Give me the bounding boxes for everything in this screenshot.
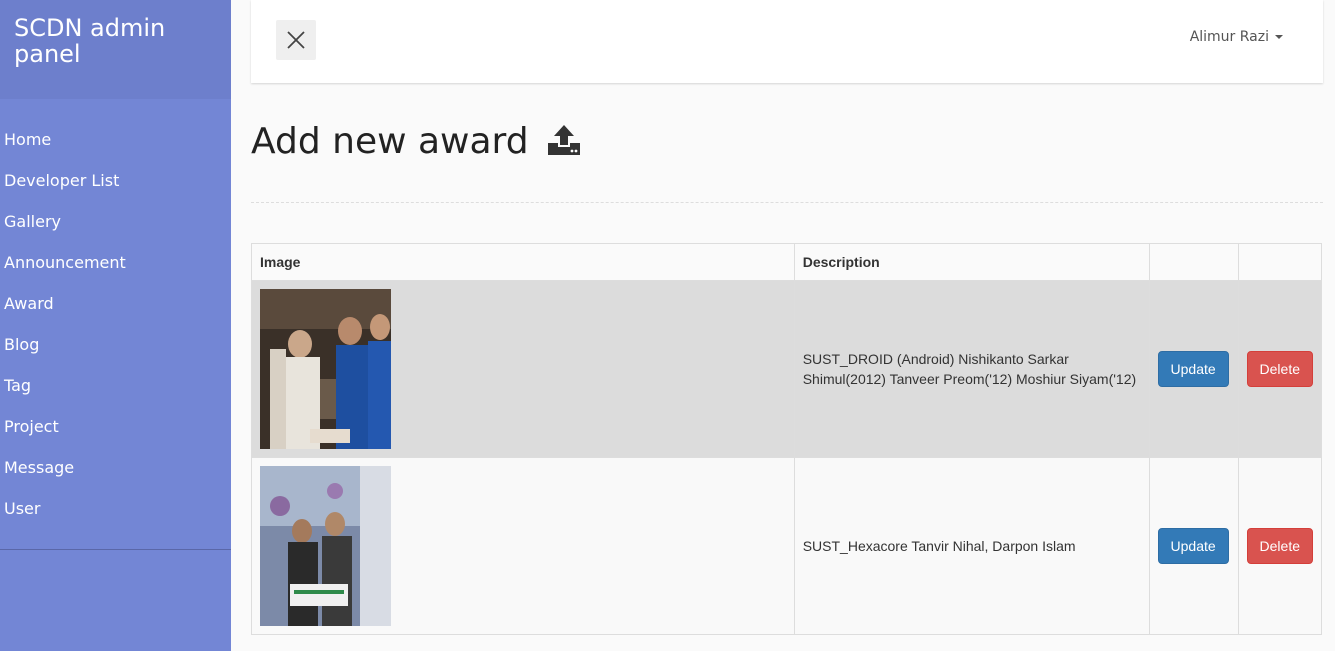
top-navbar: Alimur Razi xyxy=(251,0,1323,83)
user-dropdown[interactable]: Alimur Razi xyxy=(1190,29,1283,45)
update-button[interactable]: Update xyxy=(1157,528,1229,564)
brand-title: SCDN admin panel xyxy=(0,0,231,99)
image-cell xyxy=(251,457,795,635)
sidebar-item-gallery[interactable]: Gallery xyxy=(0,201,231,242)
award-photo xyxy=(260,289,391,449)
page-title-text: Add new award xyxy=(251,121,529,162)
award-photo xyxy=(260,466,391,626)
sidebar-item-blog[interactable]: Blog xyxy=(0,324,231,365)
image-cell xyxy=(251,280,795,458)
sidebar-nav: Home Developer List Gallery Announcement… xyxy=(0,119,231,529)
column-header-image: Image xyxy=(251,243,795,281)
table-header-row: Image Description xyxy=(251,243,1323,281)
page-title: Add new award xyxy=(251,118,582,170)
user-name: Alimur Razi xyxy=(1189,29,1269,45)
caret-down-icon xyxy=(1275,35,1283,39)
sidebar-item-announcement[interactable]: Announcement xyxy=(0,242,231,283)
sidebar-item-tag[interactable]: Tag xyxy=(0,365,231,406)
delete-button[interactable]: Delete xyxy=(1246,528,1313,564)
sidebar-item-user[interactable]: User xyxy=(0,488,231,529)
delete-cell: Delete xyxy=(1237,280,1323,458)
update-cell: Update xyxy=(1148,457,1239,635)
update-button[interactable]: Update xyxy=(1157,351,1229,387)
table-row: SUST_Hexacore Tanvir Nihal, Darpon Islam… xyxy=(251,457,1323,635)
column-header-description: Description xyxy=(793,243,1150,281)
close-icon xyxy=(287,31,305,49)
awards-table: Image Description SUST_DROID (Android) N… xyxy=(251,243,1323,635)
sidebar-item-message[interactable]: Message xyxy=(0,447,231,488)
sidebar-item-home[interactable]: Home xyxy=(0,119,231,160)
upload-icon xyxy=(546,122,582,170)
table-row: SUST_DROID (Android) Nishikanto Sarkar S… xyxy=(251,280,1323,458)
sidebar-item-project[interactable]: Project xyxy=(0,406,231,447)
description-cell: SUST_DROID (Android) Nishikanto Sarkar S… xyxy=(793,280,1150,458)
sidebar-item-developer-list[interactable]: Developer List xyxy=(0,160,231,201)
sidebar-divider xyxy=(0,549,231,550)
sidebar: SCDN admin panel Home Developer List Gal… xyxy=(0,0,231,651)
sidebar-item-award[interactable]: Award xyxy=(0,283,231,324)
update-cell: Update xyxy=(1148,280,1239,458)
column-header-update xyxy=(1148,243,1239,281)
title-divider xyxy=(251,202,1323,203)
delete-cell: Delete xyxy=(1237,457,1323,635)
delete-button[interactable]: Delete xyxy=(1246,351,1313,387)
description-cell: SUST_Hexacore Tanvir Nihal, Darpon Islam xyxy=(793,457,1150,635)
sidebar-toggle-button[interactable] xyxy=(276,20,316,60)
column-header-delete xyxy=(1237,243,1323,281)
